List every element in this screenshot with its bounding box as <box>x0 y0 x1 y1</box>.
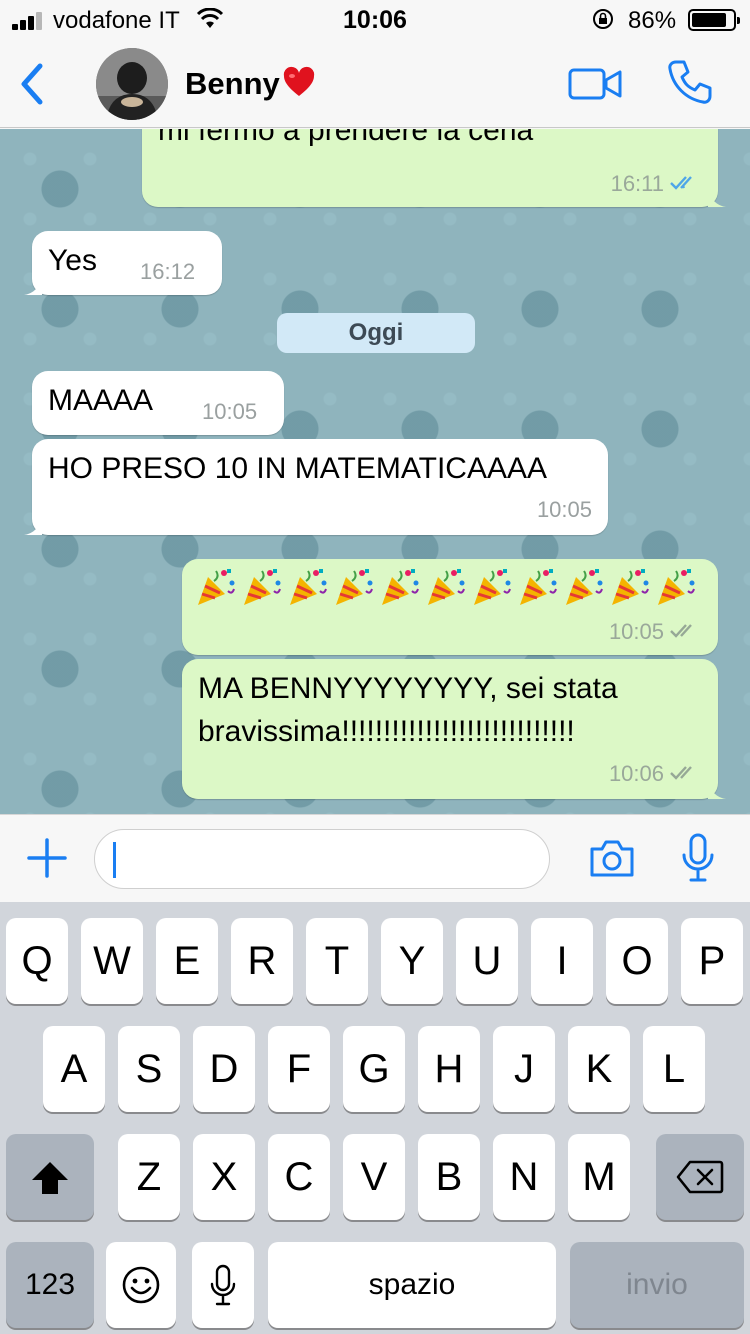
message-text: MAAAA <box>48 384 154 417</box>
message-time: 16:11 <box>610 171 664 196</box>
message-input[interactable] <box>94 829 550 889</box>
emoji-key[interactable] <box>106 1242 176 1328</box>
message-outgoing[interactable]: MA BENNYYYYYYYY, sei stata bravissima!!!… <box>182 659 726 799</box>
delivered-ticks-icon <box>670 624 692 638</box>
party-popper-icon <box>654 565 697 608</box>
message-incoming[interactable]: MAAAA 10:05 <box>32 371 284 435</box>
message-text: HO PRESO 10 IN MATEMATICAAAA <box>48 452 547 485</box>
party-popper-icon <box>516 565 559 608</box>
key-v[interactable]: V <box>343 1134 405 1220</box>
message-time: 10:05 <box>202 399 258 424</box>
attach-plus-button[interactable] <box>26 837 68 879</box>
bubble-tail <box>708 781 726 799</box>
message-text-line-1: MA BENNYYYYYYYY, sei stata <box>198 672 618 705</box>
delivered-ticks-icon <box>670 766 692 780</box>
key-a[interactable]: A <box>43 1026 105 1112</box>
backspace-icon <box>676 1160 724 1194</box>
party-popper-icon <box>378 565 421 608</box>
back-button[interactable] <box>14 60 50 108</box>
message-incoming[interactable]: HO PRESO 10 IN MATEMATICAAAA 10:05 <box>24 439 608 535</box>
contact-name[interactable]: Benny <box>185 66 316 102</box>
message-time: 10:06 <box>608 761 664 786</box>
backspace-key[interactable] <box>656 1134 744 1220</box>
space-key[interactable]: spazio <box>268 1242 556 1328</box>
key-h[interactable]: H <box>418 1026 480 1112</box>
numbers-key[interactable]: 123 <box>6 1242 94 1328</box>
keyboard: QWERTYUIOP ASDFGHJKL ZXCVBNM 123 spazio … <box>0 902 750 1334</box>
message-outgoing-emoji[interactable]: 10:05 <box>182 559 718 655</box>
key-e[interactable]: E <box>156 918 218 1004</box>
heart-icon <box>283 66 314 96</box>
key-j[interactable]: J <box>493 1026 555 1112</box>
key-p[interactable]: P <box>681 918 743 1004</box>
contact-name-text: Benny <box>185 66 280 101</box>
message-text-line-2: bravissima!!!!!!!!!!!!!!!!!!!!!!!!!!!! <box>198 715 575 748</box>
microphone-icon <box>210 1264 236 1306</box>
party-popper-icon <box>194 565 237 608</box>
key-g[interactable]: G <box>343 1026 405 1112</box>
party-popper-icon <box>240 565 283 608</box>
dictation-key[interactable] <box>192 1242 254 1328</box>
chat-header: Benny <box>0 40 750 128</box>
message-time: 10:05 <box>536 497 592 522</box>
key-n[interactable]: N <box>493 1134 555 1220</box>
shift-key[interactable] <box>6 1134 94 1220</box>
key-i[interactable]: I <box>531 918 593 1004</box>
key-y[interactable]: Y <box>381 918 443 1004</box>
bubble-tail <box>708 189 726 207</box>
avatar[interactable] <box>96 48 168 120</box>
key-d[interactable]: D <box>193 1026 255 1112</box>
camera-button[interactable] <box>588 837 636 879</box>
message-time: 10:05 <box>608 619 664 644</box>
party-popper-icon <box>562 565 605 608</box>
message-outgoing[interactable]: mi fermo a prendere la cena 16:11 <box>142 129 726 207</box>
party-popper-icon <box>608 565 651 608</box>
key-x[interactable]: X <box>193 1134 255 1220</box>
key-w[interactable]: W <box>81 918 143 1004</box>
key-m[interactable]: M <box>568 1134 630 1220</box>
bubble-tail <box>24 517 42 535</box>
composer-bar <box>0 814 750 902</box>
message-incoming[interactable]: Yes 16:12 <box>24 231 222 295</box>
key-q[interactable]: Q <box>6 918 68 1004</box>
key-t[interactable]: T <box>306 918 368 1004</box>
shift-arrow-icon <box>32 1162 68 1194</box>
status-bar: vodafone IT 10:06 86% <box>0 0 750 40</box>
battery-icon <box>688 9 740 31</box>
key-z[interactable]: Z <box>118 1134 180 1220</box>
voice-call-button[interactable] <box>666 58 714 106</box>
party-popper-icon <box>470 565 513 608</box>
key-r[interactable]: R <box>231 918 293 1004</box>
key-u[interactable]: U <box>456 918 518 1004</box>
orientation-lock-icon <box>593 9 613 29</box>
key-b[interactable]: B <box>418 1134 480 1220</box>
bubble-tail <box>24 277 42 295</box>
party-popper-icon <box>286 565 329 608</box>
key-s[interactable]: S <box>118 1026 180 1112</box>
message-text: Yes <box>48 244 97 277</box>
microphone-button[interactable] <box>680 833 716 883</box>
emoji-row <box>194 565 697 608</box>
date-separator: Oggi <box>277 313 475 353</box>
chat-area[interactable]: mi fermo a prendere la cena 16:11 Yes 16… <box>0 129 750 814</box>
party-popper-icon <box>332 565 375 608</box>
message-text: mi fermo a prendere la cena <box>158 129 534 147</box>
read-ticks-icon <box>670 176 692 190</box>
key-k[interactable]: K <box>568 1026 630 1112</box>
video-call-button[interactable] <box>568 66 622 102</box>
smiley-icon <box>122 1266 160 1304</box>
battery-percentage: 86% <box>628 7 677 34</box>
message-time: 16:12 <box>140 259 196 284</box>
key-c[interactable]: C <box>268 1134 330 1220</box>
key-f[interactable]: F <box>268 1026 330 1112</box>
key-l[interactable]: L <box>643 1026 705 1112</box>
party-popper-icon <box>424 565 467 608</box>
key-o[interactable]: O <box>606 918 668 1004</box>
send-key[interactable]: invio <box>570 1242 744 1328</box>
text-caret <box>113 842 116 878</box>
